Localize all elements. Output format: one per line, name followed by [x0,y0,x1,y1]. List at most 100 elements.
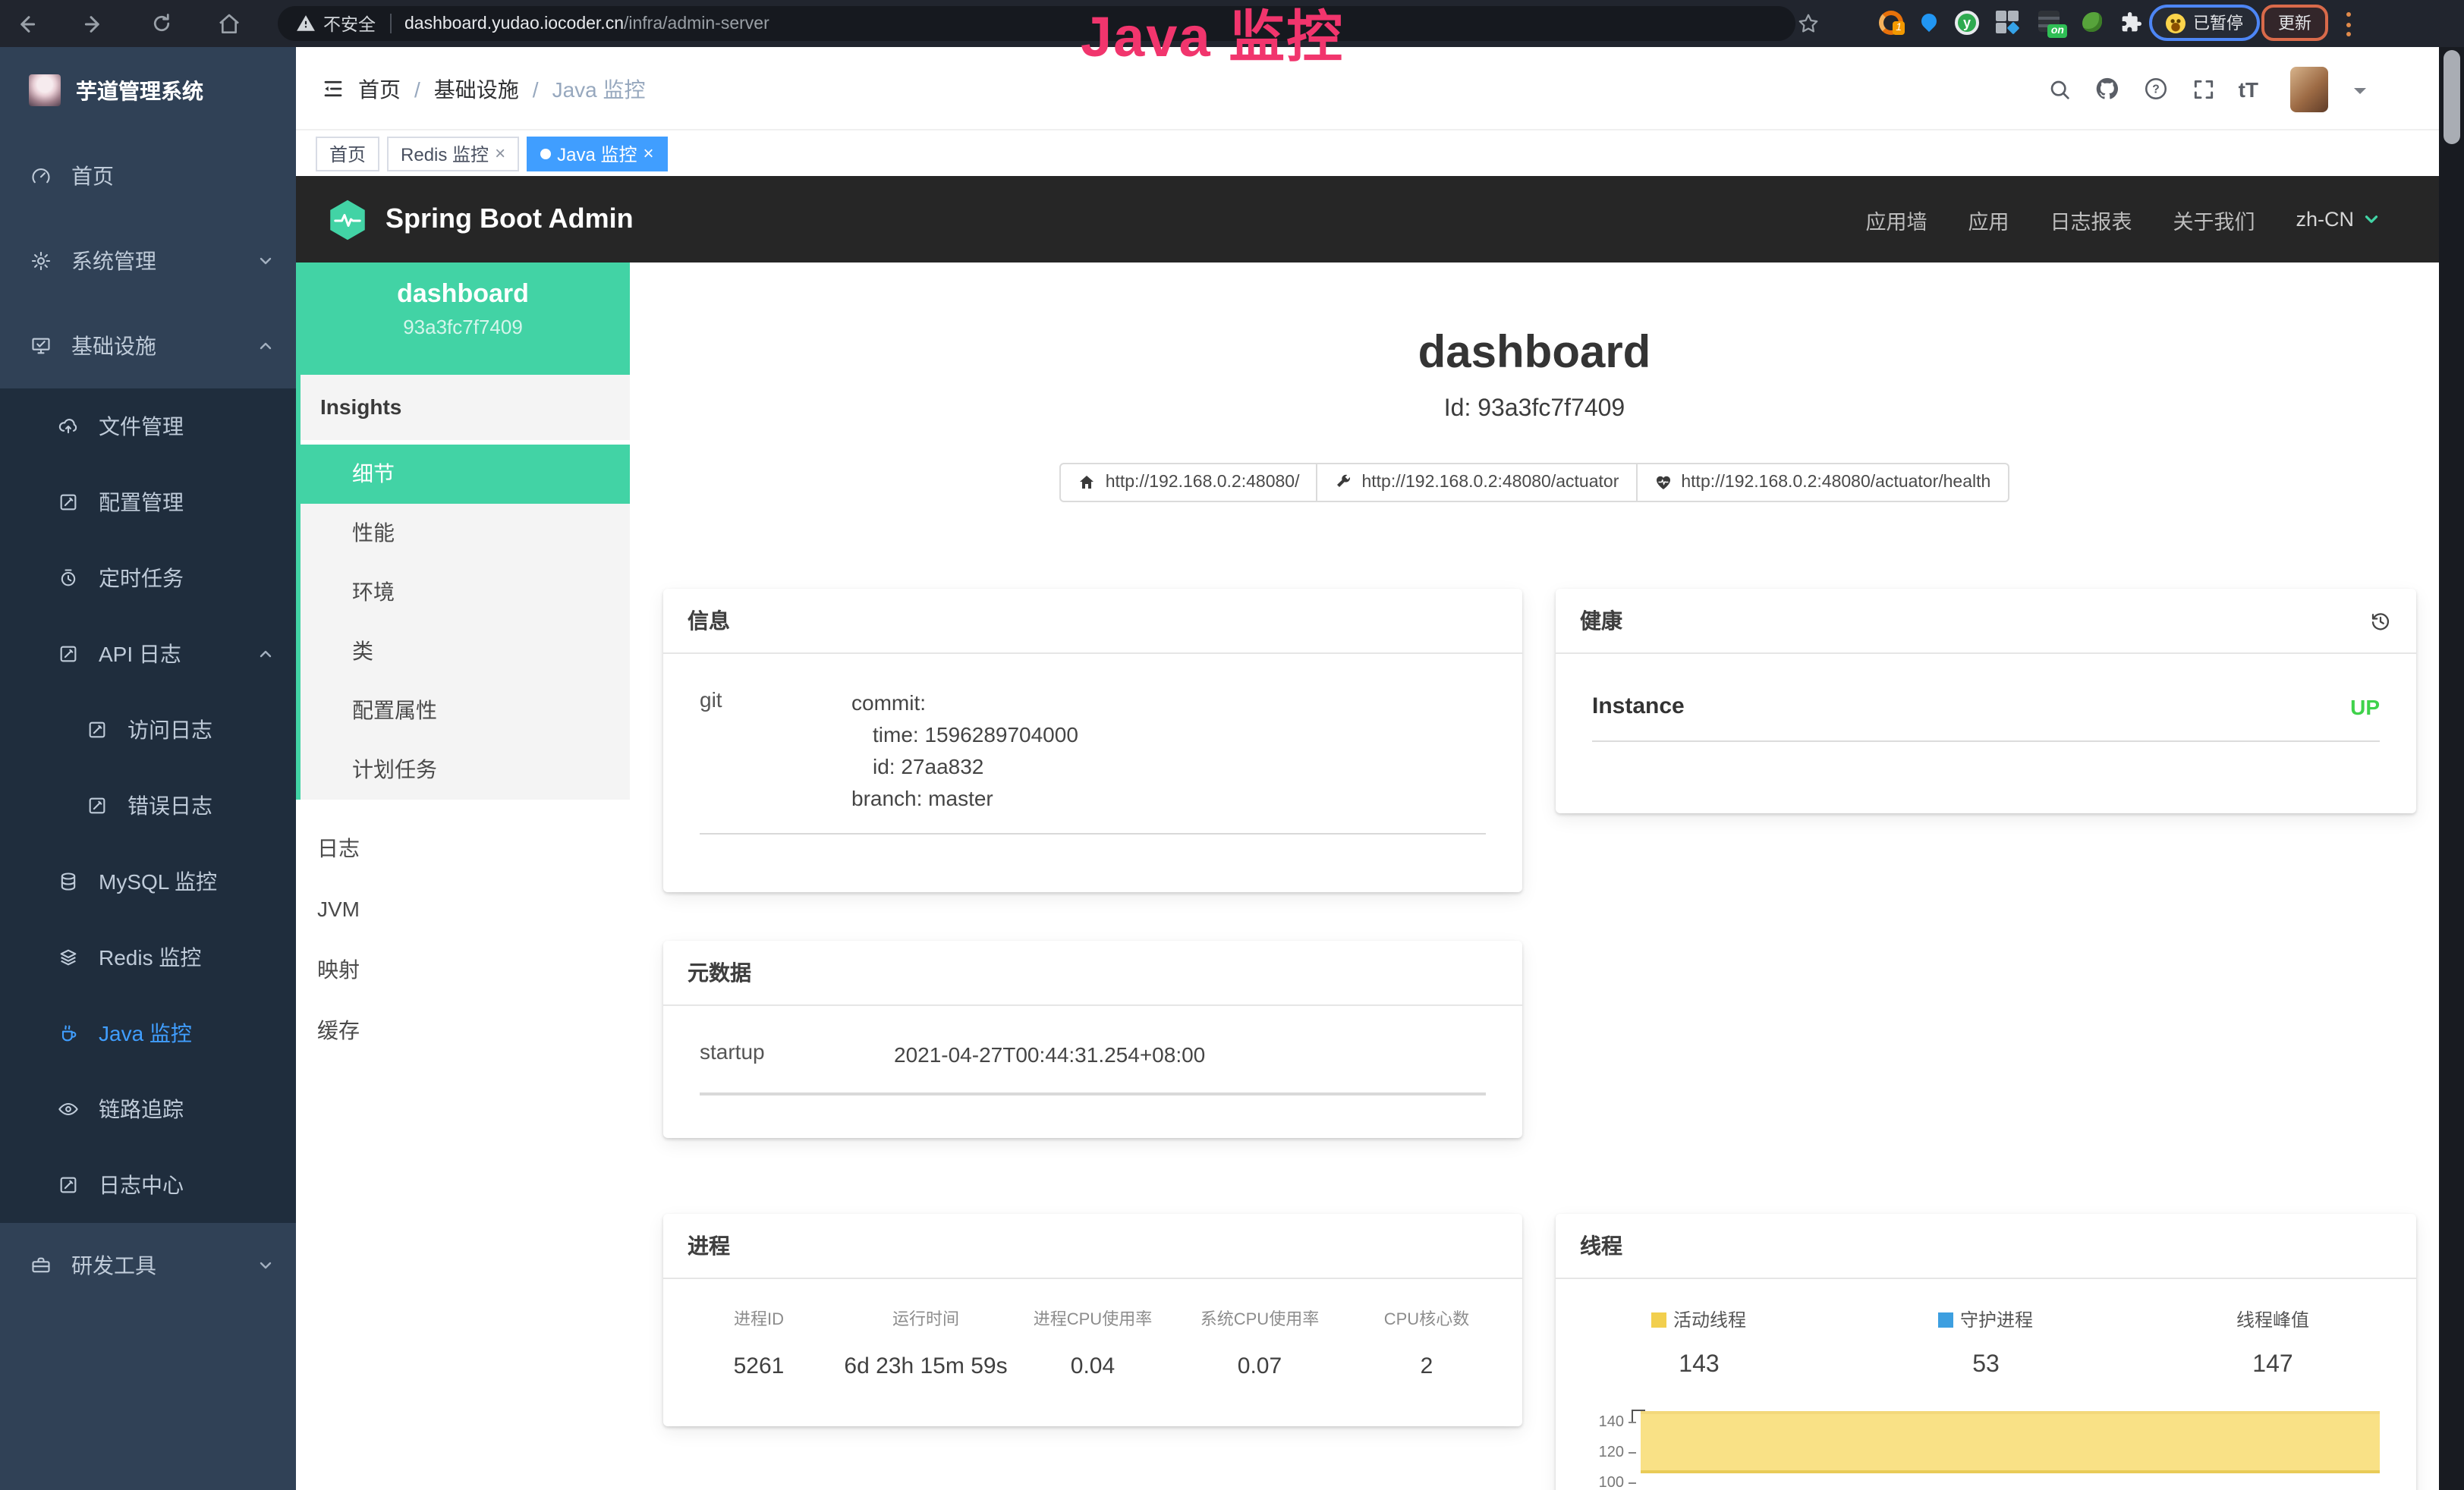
help-icon[interactable]: ? [2143,76,2169,102]
sba-nav-journal[interactable]: 日志报表 [2050,204,2132,234]
sba-menu-jvm[interactable]: JVM [296,879,630,939]
scrollbar-thumb[interactable] [2444,50,2460,144]
sidebar-submenu-infra: 文件管理 配置管理 定时任务 API 日志 访问日志 错误日志 [0,388,296,1223]
chevron-down-icon [2362,209,2381,229]
threads-legend: 活动线程 143 守护进程 53 线程峰值 147 [1556,1279,2416,1379]
tab-redis-monitor[interactable]: Redis 监控 × [387,136,519,171]
breadcrumb-infra[interactable]: 基础设施 [434,74,519,104]
sidebar-item-jobs[interactable]: 定时任务 [0,540,296,616]
url-text: dashboard.yudao.iocoder.cn/infra/admin-s… [404,14,769,33]
app-logo-image [29,74,61,106]
info-card: 信息 git commit: time: 1596289704000 id: 2… [663,589,1522,892]
github-icon[interactable] [2094,76,2120,102]
database-icon [58,871,79,892]
app-header: 首页 / 基础设施 / Java 监控 ? tT [296,47,2439,130]
browser-home-icon[interactable] [212,8,244,39]
screen: 不安全 dashboard.yudao.iocoder.cn/infra/adm… [0,0,2464,1490]
close-icon[interactable]: × [495,144,505,162]
sidebar-item-java-monitor[interactable]: Java 监控 [0,995,296,1071]
user-menu-caret-icon[interactable] [2354,87,2366,99]
profile-paused-chip[interactable]: 已暂停 [2149,5,2260,41]
wrench-icon [1334,473,1352,492]
legend-swatch-daemon [1939,1312,1954,1328]
bookmark-star-icon[interactable] [1792,8,1824,39]
user-avatar[interactable] [2290,66,2328,112]
sidebar-item-log-center[interactable]: 日志中心 [0,1147,296,1223]
extension-badge: 1 [1893,21,1905,35]
fullscreen-icon[interactable] [2192,77,2216,101]
sidebar-item-system[interactable]: 系统管理 [0,218,296,303]
sba-menu-logs[interactable]: 日志 [296,818,630,879]
breadcrumb-home[interactable]: 首页 [358,74,401,104]
sidebar-item-home[interactable]: 首页 [0,134,296,218]
sba-nav-wallboard[interactable]: 应用墙 [1865,204,1927,234]
metadata-card: 元数据 startup 2021-04-27T00:44:31.254+08:0… [663,941,1522,1138]
monitor-icon [30,335,52,357]
search-icon[interactable] [2047,77,2072,101]
sba-menu-details[interactable]: 细节 [296,445,630,504]
url-bar[interactable]: 不安全 dashboard.yudao.iocoder.cn/infra/adm… [278,6,1795,41]
instance-header[interactable]: dashboard 93a3fc7f7409 [296,262,630,375]
sidebar-item-devtools[interactable]: 研发工具 [0,1223,296,1308]
extensions-puzzle-icon[interactable] [2119,9,2143,33]
sidebar-item-tracing[interactable]: 链路追踪 [0,1071,296,1147]
left-card-column: 信息 git commit: time: 1596289704000 id: 2… [663,589,1522,1426]
page-scrollbar[interactable] [2439,47,2464,1490]
close-icon[interactable]: × [643,144,653,162]
history-icon[interactable] [2369,609,2392,632]
extension-icon-green[interactable] [2082,12,2102,32]
tab-home[interactable]: 首页 [316,136,379,171]
sidebar-item-mysql[interactable]: MySQL 监控 [0,844,296,919]
service-url-button[interactable]: http://192.168.0.2:48080/ [1060,463,1318,502]
extension-icon-y[interactable]: y [1955,11,1979,35]
sidebar-fold-icon[interactable] [322,77,345,100]
sidebar-item-redis[interactable]: Redis 监控 [0,919,296,995]
health-url-button[interactable]: http://192.168.0.2:48080/actuator/health [1637,463,2009,502]
sba-menu-environment[interactable]: 环境 [301,563,630,622]
instance-id: 93a3fc7f7409 [296,316,630,338]
insights-group: Insights 细节 性能 环境 类 配置属性 计划任务 [296,375,630,800]
browser-update-chip[interactable]: 更新 [2261,5,2328,41]
right-card-column: 健康 Instance UP 线程 活动线程 143 守护进程 53 [1556,589,2416,1490]
svg-text:?: ? [2152,83,2160,96]
sba-navbar: Spring Boot Admin 应用墙 应用 日志报表 关于我们 zh-CN [296,176,2439,262]
sba-menu-mappings[interactable]: 映射 [296,939,630,1000]
browser-reload-icon[interactable] [146,8,178,39]
font-size-icon[interactable]: tT [2239,77,2258,101]
sba-menu-classes[interactable]: 类 [301,622,630,681]
process-card: 进程 进程ID5261 运行时间6d 23h 15m 59s 进程CPU使用率0… [663,1214,1522,1426]
cloud-upload-icon [58,416,79,437]
heart-pulse-icon [1654,473,1672,492]
browser-back-icon[interactable] [9,8,41,39]
extension-icon-pin[interactable] [1918,11,1940,32]
sba-menu-metrics[interactable]: 性能 [301,504,630,563]
sidebar-item-access-log[interactable]: 访问日志 [0,692,296,768]
extension-icon-orange[interactable]: 1 [1879,11,1903,35]
threads-card: 线程 活动线程 143 守护进程 53 线程峰值 147 140 [1556,1214,2416,1490]
sidebar-item-api-log[interactable]: API 日志 [0,616,296,692]
browser-menu-icon[interactable] [2346,12,2352,36]
chevron-up-icon [256,645,275,663]
extension-icon-grid[interactable] [1996,11,2019,33]
sidebar-item-files[interactable]: 文件管理 [0,388,296,464]
sba-brand[interactable]: Spring Boot Admin [296,196,634,242]
sidebar-item-infra[interactable]: 基础设施 [0,303,296,388]
sba-nav-about[interactable]: 关于我们 [2173,204,2255,234]
extension-icon-scripts[interactable]: on [2038,11,2060,32]
chevron-up-icon [256,337,275,355]
health-card: 健康 Instance UP [1556,589,2416,813]
sba-menu-config-props[interactable]: 配置属性 [301,681,630,740]
insights-group-label[interactable]: Insights [301,375,630,445]
sba-menu-caches[interactable]: 缓存 [296,1000,630,1061]
browser-forward-icon[interactable] [77,8,109,39]
tab-java-monitor[interactable]: Java 监控 × [527,136,667,171]
sba-nav-applications[interactable]: 应用 [1968,204,2009,234]
sba-language-select[interactable]: zh-CN [2296,208,2381,231]
log-icon [58,1174,79,1196]
app-logo[interactable]: 芋道管理系统 [0,47,296,134]
process-table: 进程ID5261 运行时间6d 23h 15m 59s 进程CPU使用率0.04… [663,1279,1522,1379]
sidebar-item-error-log[interactable]: 错误日志 [0,768,296,844]
actuator-url-button[interactable]: http://192.168.0.2:48080/actuator [1317,463,1637,502]
sidebar-item-config[interactable]: 配置管理 [0,464,296,540]
sba-menu-scheduled-tasks[interactable]: 计划任务 [301,740,630,800]
